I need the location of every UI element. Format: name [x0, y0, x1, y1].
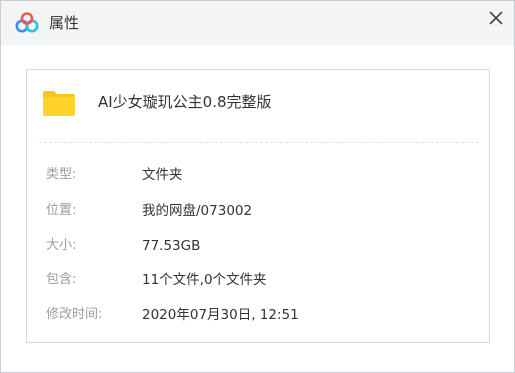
properties-panel: AI少女璇玑公主0.8完整版 类型: 文件夹 位置: 我的网盘/073002 大… [26, 69, 490, 343]
divider [39, 142, 479, 143]
property-value: 文件夹 [142, 167, 183, 183]
property-label: 修改时间: [46, 307, 103, 322]
property-row-modified: 修改时间: 2020年07月30日, 12:51 [27, 304, 489, 326]
file-name: AI少女璇玑公主0.8完整版 [98, 93, 272, 111]
dialog-title: 属性 [49, 14, 80, 32]
property-label: 位置: [46, 203, 77, 218]
property-label: 类型: [46, 167, 77, 182]
property-label: 包含: [46, 272, 77, 287]
properties-dialog: 属性 AI少女璇玑公主0.8完整版 类型: 文件夹 位置: 我的网盘/07300… [0, 0, 515, 373]
property-row-size: 大小: 77.53GB [27, 235, 489, 257]
close-button[interactable] [483, 5, 509, 31]
property-value: 11个文件,0个文件夹 [142, 272, 267, 288]
property-value: 77.53GB [142, 238, 201, 254]
property-value: 2020年07月30日, 12:51 [142, 307, 299, 323]
close-icon [489, 11, 503, 25]
property-label: 大小: [46, 238, 77, 253]
property-row-type: 类型: 文件夹 [27, 164, 489, 186]
baidu-netdisk-cloud-icon [15, 12, 39, 34]
property-row-location: 位置: 我的网盘/073002 [27, 200, 489, 222]
folder-icon [38, 82, 80, 124]
property-value: 我的网盘/073002 [142, 203, 253, 219]
property-row-contains: 包含: 11个文件,0个文件夹 [27, 269, 489, 291]
dialog-titlebar: 属性 [1, 1, 514, 45]
